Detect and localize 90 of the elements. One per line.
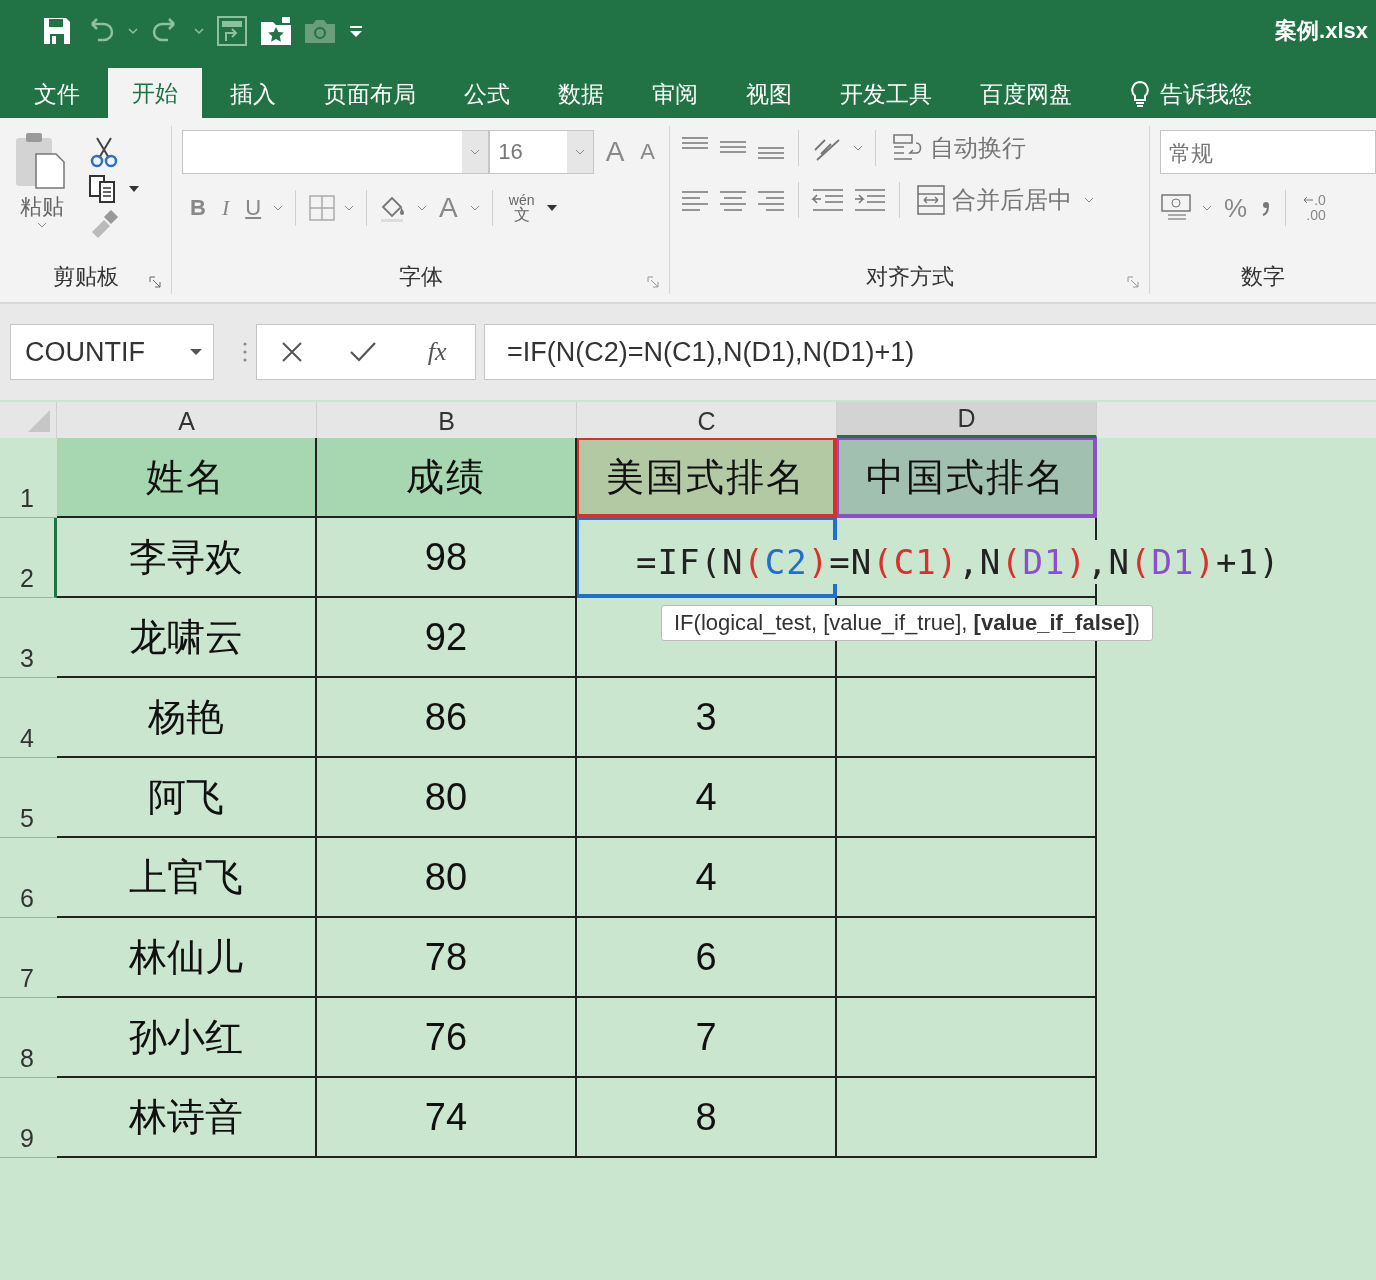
wrap-text-button[interactable]: 自动换行 xyxy=(888,132,1030,164)
currency-icon[interactable] xyxy=(1160,193,1194,223)
caret-icon[interactable] xyxy=(128,185,140,193)
table-cell: 阿飞 xyxy=(57,758,317,838)
paste-button[interactable]: 粘贴 xyxy=(10,130,74,260)
phonetic-button[interactable]: wén 文 xyxy=(504,193,539,223)
group-label: 剪贴板 xyxy=(52,263,119,291)
more-icon[interactable] xyxy=(242,341,248,363)
lightbulb-icon xyxy=(1130,80,1150,108)
underline-button[interactable]: U xyxy=(241,195,266,221)
customize-icon[interactable] xyxy=(348,23,364,39)
table-cell: 86 xyxy=(317,678,577,758)
merge-center-button[interactable]: 合并后居中 xyxy=(912,184,1076,216)
table-cell: 成绩 xyxy=(317,438,577,518)
table-cell: 7 xyxy=(577,998,837,1078)
arrow-icon xyxy=(1302,194,1315,205)
check-icon[interactable] xyxy=(348,340,377,364)
merge-cells-icon xyxy=(916,184,946,216)
caret-icon xyxy=(37,222,47,228)
table-cell: 74 xyxy=(317,1078,577,1158)
ribbon-tab[interactable]: 开发工具 xyxy=(820,70,952,118)
percent-button[interactable]: % xyxy=(1220,192,1252,224)
number-format-field[interactable]: 常规 xyxy=(1160,130,1376,174)
row-header[interactable]: 2 xyxy=(0,518,57,598)
table-cell: 92 xyxy=(317,598,577,678)
star-folder-icon[interactable] xyxy=(260,16,292,46)
cancel-icon[interactable] xyxy=(279,340,304,364)
table-cell: 4 xyxy=(577,838,837,918)
font-size-field[interactable]: 16 xyxy=(489,130,594,174)
table-cell: 78 xyxy=(317,918,577,998)
form-icon[interactable] xyxy=(216,15,248,47)
ribbon-tab[interactable]: 审阅 xyxy=(632,70,718,118)
table-cell: 3 xyxy=(577,678,837,758)
decrease-indent-icon[interactable] xyxy=(811,186,845,214)
caret-icon xyxy=(470,149,481,155)
ribbon-tab[interactable]: 文件 xyxy=(14,70,100,118)
table-cell: 姓名 xyxy=(57,438,317,518)
table-cell: 80 xyxy=(317,758,577,838)
dialog-launcher-icon[interactable] xyxy=(149,276,161,288)
italic-button[interactable]: I xyxy=(217,195,234,221)
ribbon-tab[interactable]: 插入 xyxy=(210,70,296,118)
ribbon-tab[interactable]: 告诉我您 xyxy=(1110,70,1252,118)
ribbon-tab[interactable]: 公式 xyxy=(444,70,530,118)
window-title: 案例.xlsx xyxy=(1275,17,1368,45)
table-cell: 8 xyxy=(577,1078,837,1158)
column-header[interactable]: D xyxy=(837,402,1097,438)
name-box[interactable]: COUNTIF xyxy=(10,324,214,380)
table-cell: 林仙儿 xyxy=(57,918,317,998)
table-cell: 美国式排名 xyxy=(577,438,837,518)
wrap-text-icon xyxy=(892,133,924,163)
table-cell: 4 xyxy=(577,758,837,838)
table-cell: 上官飞 xyxy=(57,838,317,918)
camera-icon[interactable] xyxy=(304,18,336,44)
corner-triangle-icon xyxy=(28,410,50,432)
ribbon-tab[interactable]: 百度网盘 xyxy=(960,70,1092,118)
table-cell: 98 xyxy=(317,518,577,598)
caret-icon[interactable] xyxy=(546,204,559,212)
ribbon-tab[interactable]: 页面布局 xyxy=(304,70,436,118)
group-label: 字体 xyxy=(398,263,443,291)
dialog-launcher-icon[interactable] xyxy=(647,276,659,288)
borders-icon[interactable] xyxy=(308,194,337,222)
table-cell: 李寻欢 xyxy=(57,518,317,598)
dialog-launcher-icon[interactable] xyxy=(1127,276,1139,288)
table-cell: 龙啸云 xyxy=(57,598,317,678)
bold-button[interactable]: B xyxy=(186,195,210,221)
formula-field[interactable]: =IF(N(C2)=N(C1),N(D1),N(D1)+1) xyxy=(484,324,1376,380)
table-cell: 76 xyxy=(317,998,577,1078)
table-cell: 杨艳 xyxy=(57,678,317,758)
increase-decimal-button[interactable]: .0 .00 xyxy=(1298,192,1330,224)
ribbon-tab[interactable]: 开始 xyxy=(108,68,202,118)
caret-icon xyxy=(574,149,585,155)
grow-font-button[interactable]: A xyxy=(601,136,629,168)
table-cell: 6 xyxy=(577,918,837,998)
save-icon[interactable] xyxy=(42,16,72,46)
ribbon-tab[interactable]: 视图 xyxy=(726,70,812,118)
insert-function-button[interactable]: fx xyxy=(421,336,453,368)
group-label: 数字 xyxy=(1241,263,1285,291)
shrink-font-button[interactable]: A xyxy=(636,139,659,165)
table-cell: 林诗音 xyxy=(57,1078,317,1158)
caret-icon xyxy=(189,348,203,356)
table-cell: 孙小红 xyxy=(57,998,317,1078)
scissors-icon[interactable] xyxy=(88,136,120,168)
font-color-button[interactable]: A xyxy=(435,192,462,224)
table-cell: 80 xyxy=(317,838,577,918)
increase-indent-icon[interactable] xyxy=(853,186,887,214)
font-name-field[interactable] xyxy=(182,130,490,174)
ribbon-tab[interactable]: 数据 xyxy=(538,70,624,118)
group-label: 对齐方式 xyxy=(865,263,954,291)
table-cell: 中国式排名 xyxy=(837,438,1097,518)
function-tooltip: IF(logical_test, [value_if_true], [value_if_false]) xyxy=(661,605,1153,641)
